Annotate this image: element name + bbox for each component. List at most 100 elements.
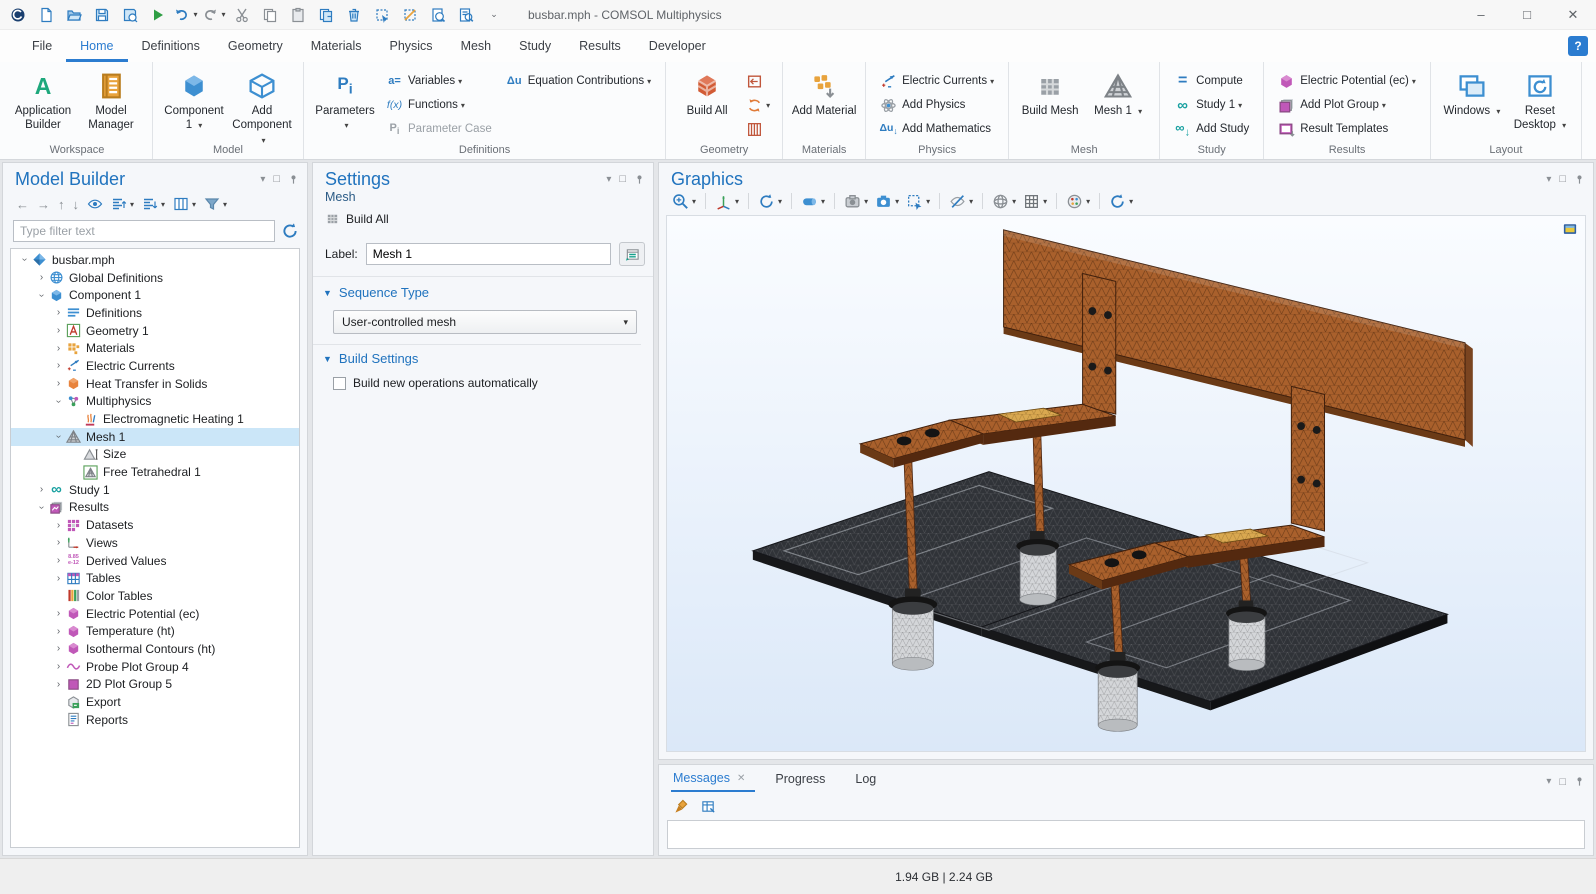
tab-log[interactable]: Log <box>853 768 886 791</box>
tree-expander[interactable]: › <box>51 520 66 531</box>
panel-menu-icon[interactable]: ▾ <box>606 174 611 185</box>
variables-button[interactable]: a=Variables▾ <box>380 70 498 92</box>
tree-expander[interactable]: › <box>51 325 66 336</box>
tree-item-mesh-1[interactable]: ›Mesh 1 <box>11 428 299 446</box>
color-palette-button[interactable]: ▾ <box>1063 190 1093 212</box>
help-button[interactable]: ? <box>1568 36 1588 56</box>
sequence-type-select[interactable]: User-controlled mesh ▾ <box>333 310 637 334</box>
tree-item-tables[interactable]: ›Tables <box>11 569 299 587</box>
tree-expander[interactable]: › <box>51 608 66 619</box>
panel-menu-icon[interactable]: ▾ <box>1546 174 1551 185</box>
hide-button[interactable]: ▾ <box>946 190 976 212</box>
tree-item-export[interactable]: Export <box>11 693 299 711</box>
go-to-view-button[interactable]: ▾ <box>712 190 742 212</box>
tree-filter-input[interactable] <box>13 220 275 242</box>
open-button[interactable] <box>62 4 86 26</box>
tree-expander[interactable]: › <box>51 378 66 389</box>
tree-item-electric-currents[interactable]: ›Electric Currents <box>11 357 299 375</box>
tree-item-derived-values[interactable]: ›8.85e-12Derived Values <box>11 552 299 570</box>
save-find-button[interactable] <box>118 4 142 26</box>
filter-tree-button[interactable]: ▾ <box>201 194 230 214</box>
graphics-viewport[interactable] <box>666 215 1586 752</box>
tree-item-results[interactable]: ›Results <box>11 499 299 517</box>
application-builder-button[interactable]: AApplication Builder <box>10 68 76 133</box>
wireframe-button[interactable]: ▾ <box>989 190 1019 212</box>
sequence-type-section-header[interactable]: ▼ Sequence Type <box>321 285 641 300</box>
build-settings-section-header[interactable]: ▼ Build Settings <box>321 351 641 366</box>
tree-item-color-tables[interactable]: Color Tables <box>11 587 299 605</box>
tree-item-free-tetrahedral-1[interactable]: Free Tetrahedral 1 <box>11 463 299 481</box>
menu-tab-file[interactable]: File <box>18 30 66 62</box>
deselect-button[interactable] <box>398 4 422 26</box>
refresh-filter-icon[interactable] <box>281 222 299 240</box>
model-tree-node-text-button[interactable]: ▾ <box>170 194 199 214</box>
tree-item-2d-plot-group-5[interactable]: ›2D Plot Group 5 <box>11 676 299 694</box>
electric-potential-button[interactable]: Electric Potential (ec)▾ <box>1272 70 1422 92</box>
select-button[interactable]: ▾ <box>903 190 933 212</box>
partition-geometry-button[interactable] <box>742 118 774 140</box>
build-new-operations-checkbox[interactable] <box>333 377 346 390</box>
copy-table-button[interactable] <box>698 795 719 817</box>
tree-item-electromagnetic-heating-1[interactable]: Electromagnetic Heating 1 <box>11 410 299 428</box>
study-1-button[interactable]: ∞Study 1▾ <box>1168 94 1255 116</box>
show-options-button[interactable] <box>84 194 106 214</box>
tree-expander[interactable]: › <box>53 429 64 444</box>
tree-item-global-definitions[interactable]: ›Global Definitions <box>11 269 299 287</box>
tree-expander[interactable]: › <box>51 626 66 637</box>
build-all-button[interactable]: Build All <box>346 212 389 226</box>
run-button[interactable] <box>146 4 170 26</box>
pin-icon[interactable] <box>1574 174 1585 185</box>
tree-item-definitions[interactable]: ›Definitions <box>11 304 299 322</box>
add-physics-button[interactable]: Add Physics <box>874 94 1000 116</box>
undo-button[interactable]: ▾ <box>174 4 198 26</box>
move-up-button[interactable]: ↑ <box>55 194 68 214</box>
functions-button[interactable]: f(x)Functions▾ <box>380 94 498 116</box>
maximize-button[interactable]: □ <box>1504 0 1550 30</box>
menu-tab-home[interactable]: Home <box>66 30 127 62</box>
tree-item-electric-potential-ec-[interactable]: ›Electric Potential (ec) <box>11 605 299 623</box>
tree-expander[interactable]: › <box>34 272 49 283</box>
add-material-button[interactable]: Add Material <box>791 68 857 118</box>
tree-item-study-1[interactable]: ›∞Study 1 <box>11 481 299 499</box>
image-snapshot-button[interactable]: ▾ <box>841 190 871 212</box>
panel-menu-icon[interactable]: ▾ <box>1546 776 1551 787</box>
tree-expander[interactable]: › <box>36 288 47 303</box>
tree-item-probe-plot-group-4[interactable]: ›Probe Plot Group 4 <box>11 658 299 676</box>
import-geometry-button[interactable] <box>742 70 774 92</box>
tree-expander[interactable]: › <box>19 252 30 267</box>
tree-item-views[interactable]: ›Views <box>11 534 299 552</box>
redo-button[interactable]: ▾ <box>202 4 226 26</box>
copy-button[interactable] <box>258 4 282 26</box>
tree-item-size[interactable]: Size <box>11 446 299 464</box>
add-study-button[interactable]: ∞↓Add Study <box>1168 118 1255 140</box>
tree-item-geometry-1[interactable]: ›Geometry 1 <box>11 322 299 340</box>
tree-expander[interactable]: › <box>51 643 66 654</box>
build-mesh-button[interactable]: Build Mesh <box>1017 68 1083 118</box>
add-plot-group-button[interactable]: Add Plot Group▾ <box>1272 94 1422 116</box>
rename-button[interactable] <box>619 242 645 266</box>
messages-text-area[interactable] <box>667 820 1585 849</box>
float-panel-icon[interactable]: □ <box>273 173 280 185</box>
tree-item-materials[interactable]: ›Materials <box>11 339 299 357</box>
mesh-1-button[interactable]: Mesh 1 ▾ <box>1085 68 1151 118</box>
print-button[interactable]: ▾ <box>872 190 902 212</box>
update-plot-button[interactable]: ▾ <box>1106 190 1136 212</box>
panel-menu-icon[interactable]: ▾ <box>260 174 265 185</box>
scene-light-button[interactable]: ▾ <box>798 190 828 212</box>
save-button[interactable] <box>90 4 114 26</box>
add-component-button[interactable]: Add Component ▾ <box>229 68 295 147</box>
tree-item-isothermal-contours-ht-[interactable]: ›Isothermal Contours (ht) <box>11 640 299 658</box>
result-templates-button[interactable]: Result Templates <box>1272 118 1422 140</box>
find-button[interactable] <box>454 4 478 26</box>
close-button[interactable]: ✕ <box>1550 0 1596 30</box>
collapse-all-button[interactable]: ▾ <box>108 194 137 214</box>
tree-expander[interactable]: › <box>51 343 66 354</box>
nav-back-button[interactable]: ← <box>13 194 32 214</box>
menu-tab-definitions[interactable]: Definitions <box>128 30 214 62</box>
move-down-button[interactable]: ↓ <box>70 194 83 214</box>
tree-expander[interactable]: › <box>34 484 49 495</box>
tree-item-reports[interactable]: Reports <box>11 711 299 729</box>
tree-expander[interactable]: › <box>36 500 47 515</box>
app-logo-button[interactable] <box>6 4 30 26</box>
menu-tab-mesh[interactable]: Mesh <box>447 30 506 62</box>
